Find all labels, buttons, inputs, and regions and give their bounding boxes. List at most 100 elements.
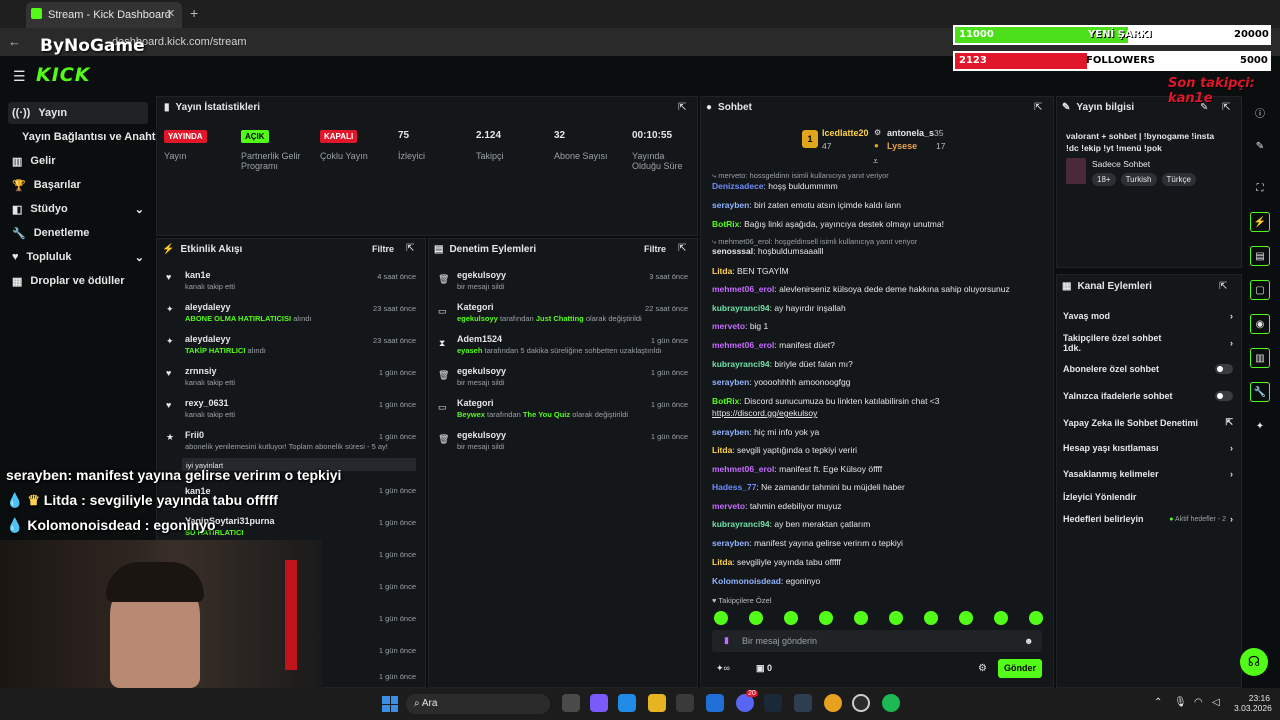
toggle-switch[interactable] — [1215, 364, 1233, 374]
chat-username[interactable]: merveto — [712, 321, 745, 331]
popout-icon[interactable]: ⇱ — [1219, 281, 1227, 292]
send-button[interactable]: Gönder — [998, 659, 1042, 678]
emote-icon[interactable] — [749, 611, 763, 625]
sidebar-item-stream-key[interactable]: Yayın Bağlantısı ve Anahtarı — [8, 126, 169, 148]
leaderboard-name[interactable]: antonela_s — [887, 128, 934, 138]
file-explorer-icon[interactable] — [648, 694, 666, 712]
steam-icon[interactable] — [764, 694, 782, 712]
chat-username[interactable]: merveto — [712, 501, 745, 511]
close-tab-icon[interactable]: ✕ — [166, 7, 175, 20]
activity-filter-button[interactable]: Filtre — [372, 244, 394, 254]
spotify-icon[interactable] — [882, 694, 900, 712]
clock[interactable]: 23:16 3.03.2026 — [1234, 693, 1272, 713]
emote-icon[interactable] — [784, 611, 798, 625]
chat-link[interactable]: https://discord.gg/egekulsoy — [712, 408, 817, 418]
chat-username[interactable]: kubrayranci94 — [712, 519, 770, 529]
chat-username[interactable]: Denizsadece — [712, 181, 764, 191]
mail-icon[interactable] — [706, 694, 724, 712]
kick-logo[interactable]: KICK — [36, 64, 90, 86]
store-icon[interactable] — [676, 694, 694, 712]
sidebar-item-yayin[interactable]: ((·)) Yayın — [8, 102, 148, 124]
action-emotes-only[interactable]: Yalnızca ifadelerle sohbet — [1063, 391, 1233, 401]
chat-username[interactable]: serayben — [712, 427, 749, 437]
copilot-icon[interactable] — [590, 694, 608, 712]
chat-username[interactable]: Litda — [712, 557, 732, 567]
tray-chevron-icon[interactable]: ⌃ — [1154, 697, 1162, 708]
bolt-icon[interactable]: ⚡ — [1250, 212, 1270, 232]
chat-username[interactable]: mehmet06_erol — [712, 340, 774, 350]
leaderboard-name[interactable]: Lysese — [887, 141, 917, 151]
sidebar-item-droplar[interactable]: ▦ Droplar ve ödüller — [8, 270, 148, 292]
chat-username[interactable]: Kolomonoisdead — [712, 576, 781, 586]
broadcast-icon[interactable]: ◉ — [1250, 314, 1270, 334]
toggle-switch[interactable] — [1215, 391, 1233, 401]
chat-username[interactable]: serayben — [712, 538, 749, 548]
app-icon[interactable] — [794, 694, 812, 712]
action-banned-words[interactable]: Yasaklanmış kelimeler › — [1063, 469, 1233, 479]
sidebar-item-gelir[interactable]: ▥ Gelir — [8, 150, 148, 172]
chat-username[interactable]: senosssal — [712, 246, 753, 256]
popout-icon[interactable]: ⇱ — [406, 243, 414, 254]
sidebar-item-basarilar[interactable]: 🏆 Başarılar — [8, 174, 148, 196]
sidebar-item-studyo[interactable]: ◧ Stüdyo ⌄ — [8, 198, 148, 220]
popout-icon[interactable]: ⇱ — [678, 243, 686, 254]
emote-icon[interactable] — [924, 611, 938, 625]
taskbar-search[interactable]: ⌕ Ara — [406, 694, 550, 714]
action-followers-only[interactable]: Takipçilere özel sohbet 1dk. › — [1063, 333, 1233, 353]
action-subscribers-only[interactable]: Abonelere özel sohbet — [1063, 364, 1233, 374]
moderation-icon[interactable]: ▥ — [1250, 348, 1270, 368]
category-thumbnail[interactable] — [1066, 158, 1086, 184]
chrome-icon[interactable] — [824, 694, 842, 712]
chat-username[interactable]: BotRix — [712, 219, 739, 229]
new-tab-icon[interactable]: + — [190, 5, 198, 21]
chat-username[interactable]: Litda — [712, 445, 732, 455]
sidebar-item-denetleme[interactable]: 🔧 Denetleme — [8, 222, 148, 244]
action-goals[interactable]: Hedefleri belirleyin ● Aktif hedefler - 2… — [1063, 514, 1233, 524]
edit-icon[interactable]: ✎ — [1250, 136, 1270, 156]
windows-start-icon[interactable] — [382, 696, 398, 712]
chat-username[interactable]: serayben — [712, 377, 749, 387]
task-view-icon[interactable] — [562, 694, 580, 712]
expand-icon[interactable]: ⩡ — [873, 156, 878, 167]
tag[interactable]: 18+ — [1092, 173, 1116, 186]
action-raid[interactable]: İzleyici Yönlendir — [1063, 492, 1233, 502]
chat-username[interactable]: kubrayranci94 — [712, 359, 770, 369]
emote-icon[interactable] — [959, 611, 973, 625]
action-ai-moderation[interactable]: Yapay Zeka ile Sohbet Denetimi ⇱ — [1063, 417, 1233, 428]
support-icon[interactable]: ☊ — [1240, 648, 1268, 676]
menu-icon[interactable]: ☰ — [13, 68, 26, 85]
browser-tab[interactable]: Stream - Kick Dashboard — [26, 2, 182, 28]
sidebar-item-topluluk[interactable]: ♥ Topluluk ⌄ — [8, 246, 148, 268]
emote-icon[interactable] — [889, 611, 903, 625]
obs-icon[interactable] — [852, 694, 870, 712]
document-icon[interactable]: ▤ — [1250, 246, 1270, 266]
category-name[interactable]: Sadece Sohbet — [1092, 159, 1150, 169]
back-icon[interactable]: ← — [8, 34, 21, 49]
chat-username[interactable]: mehmet06_erol — [712, 464, 774, 474]
tag[interactable]: Türkçe — [1161, 173, 1196, 186]
edge-icon[interactable] — [618, 694, 636, 712]
emote-icon[interactable] — [994, 611, 1008, 625]
mic-icon[interactable]: ▮ — [724, 635, 729, 646]
chat-username[interactable]: serayben — [712, 200, 749, 210]
emote-icon[interactable] — [714, 611, 728, 625]
wrench-icon[interactable]: 🔧 — [1250, 382, 1270, 402]
chat-username[interactable]: Litda — [712, 266, 732, 276]
action-account-age[interactable]: Hesap yaşı kısıtlaması › — [1063, 443, 1233, 453]
chat-username[interactable]: kubrayranci94 — [712, 303, 770, 313]
chat-username[interactable]: mehmet06_erol — [712, 284, 774, 294]
popout-icon[interactable]: ⇱ — [678, 102, 686, 113]
volume-icon[interactable]: ◁ — [1212, 697, 1220, 708]
popout-icon[interactable]: ⇱ — [1034, 102, 1042, 113]
kick-points-icon[interactable]: ✦ — [1250, 416, 1270, 436]
emote-icon[interactable] — [1029, 611, 1043, 625]
mic-icon[interactable]: 🎙 — [1174, 697, 1187, 708]
chat-icon[interactable]: ▢ — [1250, 280, 1270, 300]
chat-username[interactable]: BotRix — [712, 396, 739, 406]
chat-username[interactable]: Hadess_77 — [712, 482, 756, 492]
emote-icon[interactable] — [819, 611, 833, 625]
emoji-icon[interactable]: ☻ — [1024, 636, 1033, 646]
wifi-icon[interactable]: ◠ — [1194, 697, 1203, 708]
action-slow-mode[interactable]: Yavaş mod › — [1063, 311, 1233, 321]
emote-icon[interactable] — [854, 611, 868, 625]
